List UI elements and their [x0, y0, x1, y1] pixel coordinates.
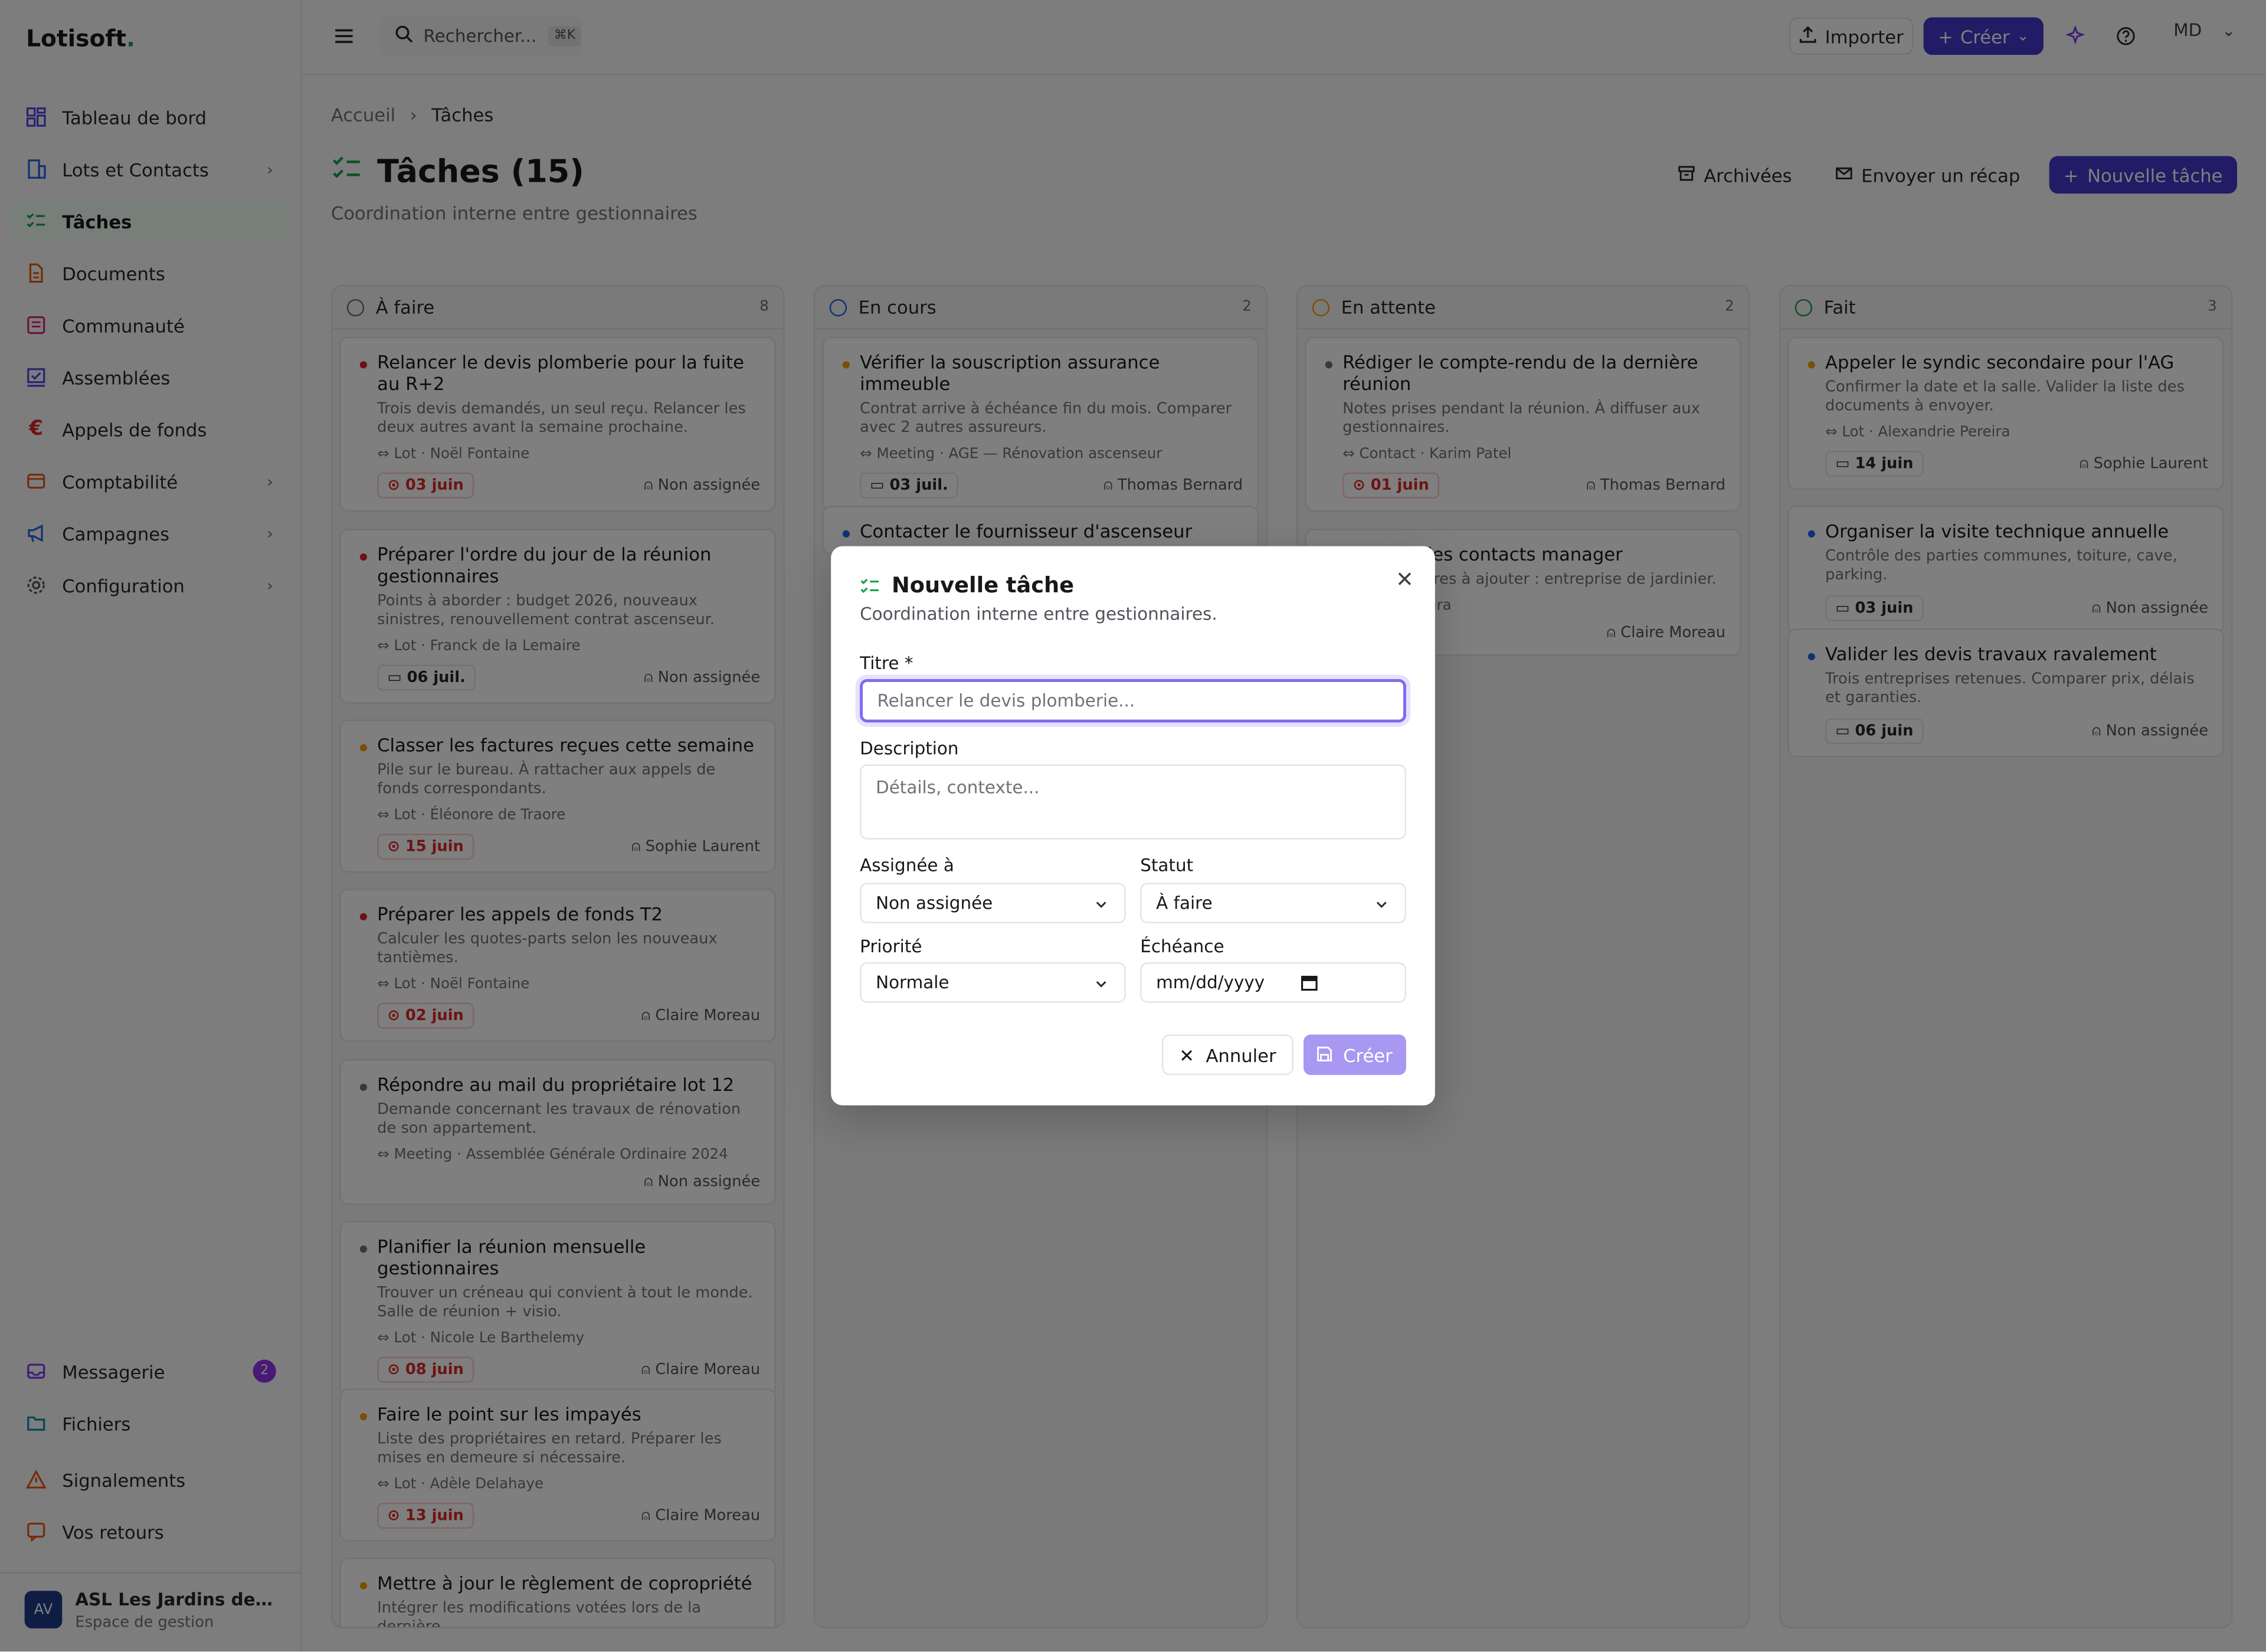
create-label: Créer: [1343, 1044, 1393, 1066]
status-value: À faire: [1156, 893, 1213, 913]
description-label: Description: [860, 738, 959, 759]
close-icon[interactable]: ✕: [1394, 566, 1414, 592]
calendar-icon[interactable]: [1301, 974, 1318, 996]
new-task-dialog: Nouvelle tâche ✕ Coordination interne en…: [831, 546, 1435, 1106]
cancel-label: Annuler: [1206, 1044, 1276, 1066]
priority-value: Normale: [876, 972, 949, 993]
due-date-value: mm/dd/yyyy: [1156, 972, 1265, 993]
title-placeholder: Relancer le devis plomberie...: [877, 690, 1135, 711]
dialog-subtitle: Coordination interne entre gestionnaires…: [860, 604, 1217, 624]
assignee-value: Non assignée: [876, 893, 993, 913]
status-label: Statut: [1140, 855, 1194, 876]
due-date-label: Échéance: [1140, 936, 1224, 957]
priority-select[interactable]: Normale: [860, 962, 1126, 1003]
save-icon: [1317, 1044, 1333, 1066]
chevron-down-icon: [1374, 896, 1389, 916]
description-textarea[interactable]: Détails, contexte...: [860, 764, 1406, 840]
title-label: Titre *: [860, 653, 913, 674]
chevron-down-icon: [1094, 975, 1108, 995]
title-input[interactable]: Relancer le devis plomberie...: [860, 679, 1406, 723]
assignee-select[interactable]: Non assignée: [860, 883, 1126, 923]
due-date-input[interactable]: mm/dd/yyyy: [1140, 962, 1406, 1003]
priority-label: Priorité: [860, 936, 922, 957]
assignee-label: Assignée à: [860, 855, 954, 876]
app: Lotisoft. Tableau de bord Lots et Contac…: [0, 0, 2266, 1652]
dialog-title: Nouvelle tâche: [892, 572, 1075, 598]
description-placeholder: Détails, contexte...: [876, 777, 1040, 798]
status-select[interactable]: À faire: [1140, 883, 1406, 923]
create-task-button[interactable]: Créer: [1303, 1034, 1406, 1076]
cancel-button[interactable]: ✕ Annuler: [1161, 1034, 1294, 1076]
close-icon: ✕: [1179, 1044, 1194, 1066]
tasks-icon: [860, 575, 880, 603]
chevron-down-icon: [1094, 896, 1108, 916]
